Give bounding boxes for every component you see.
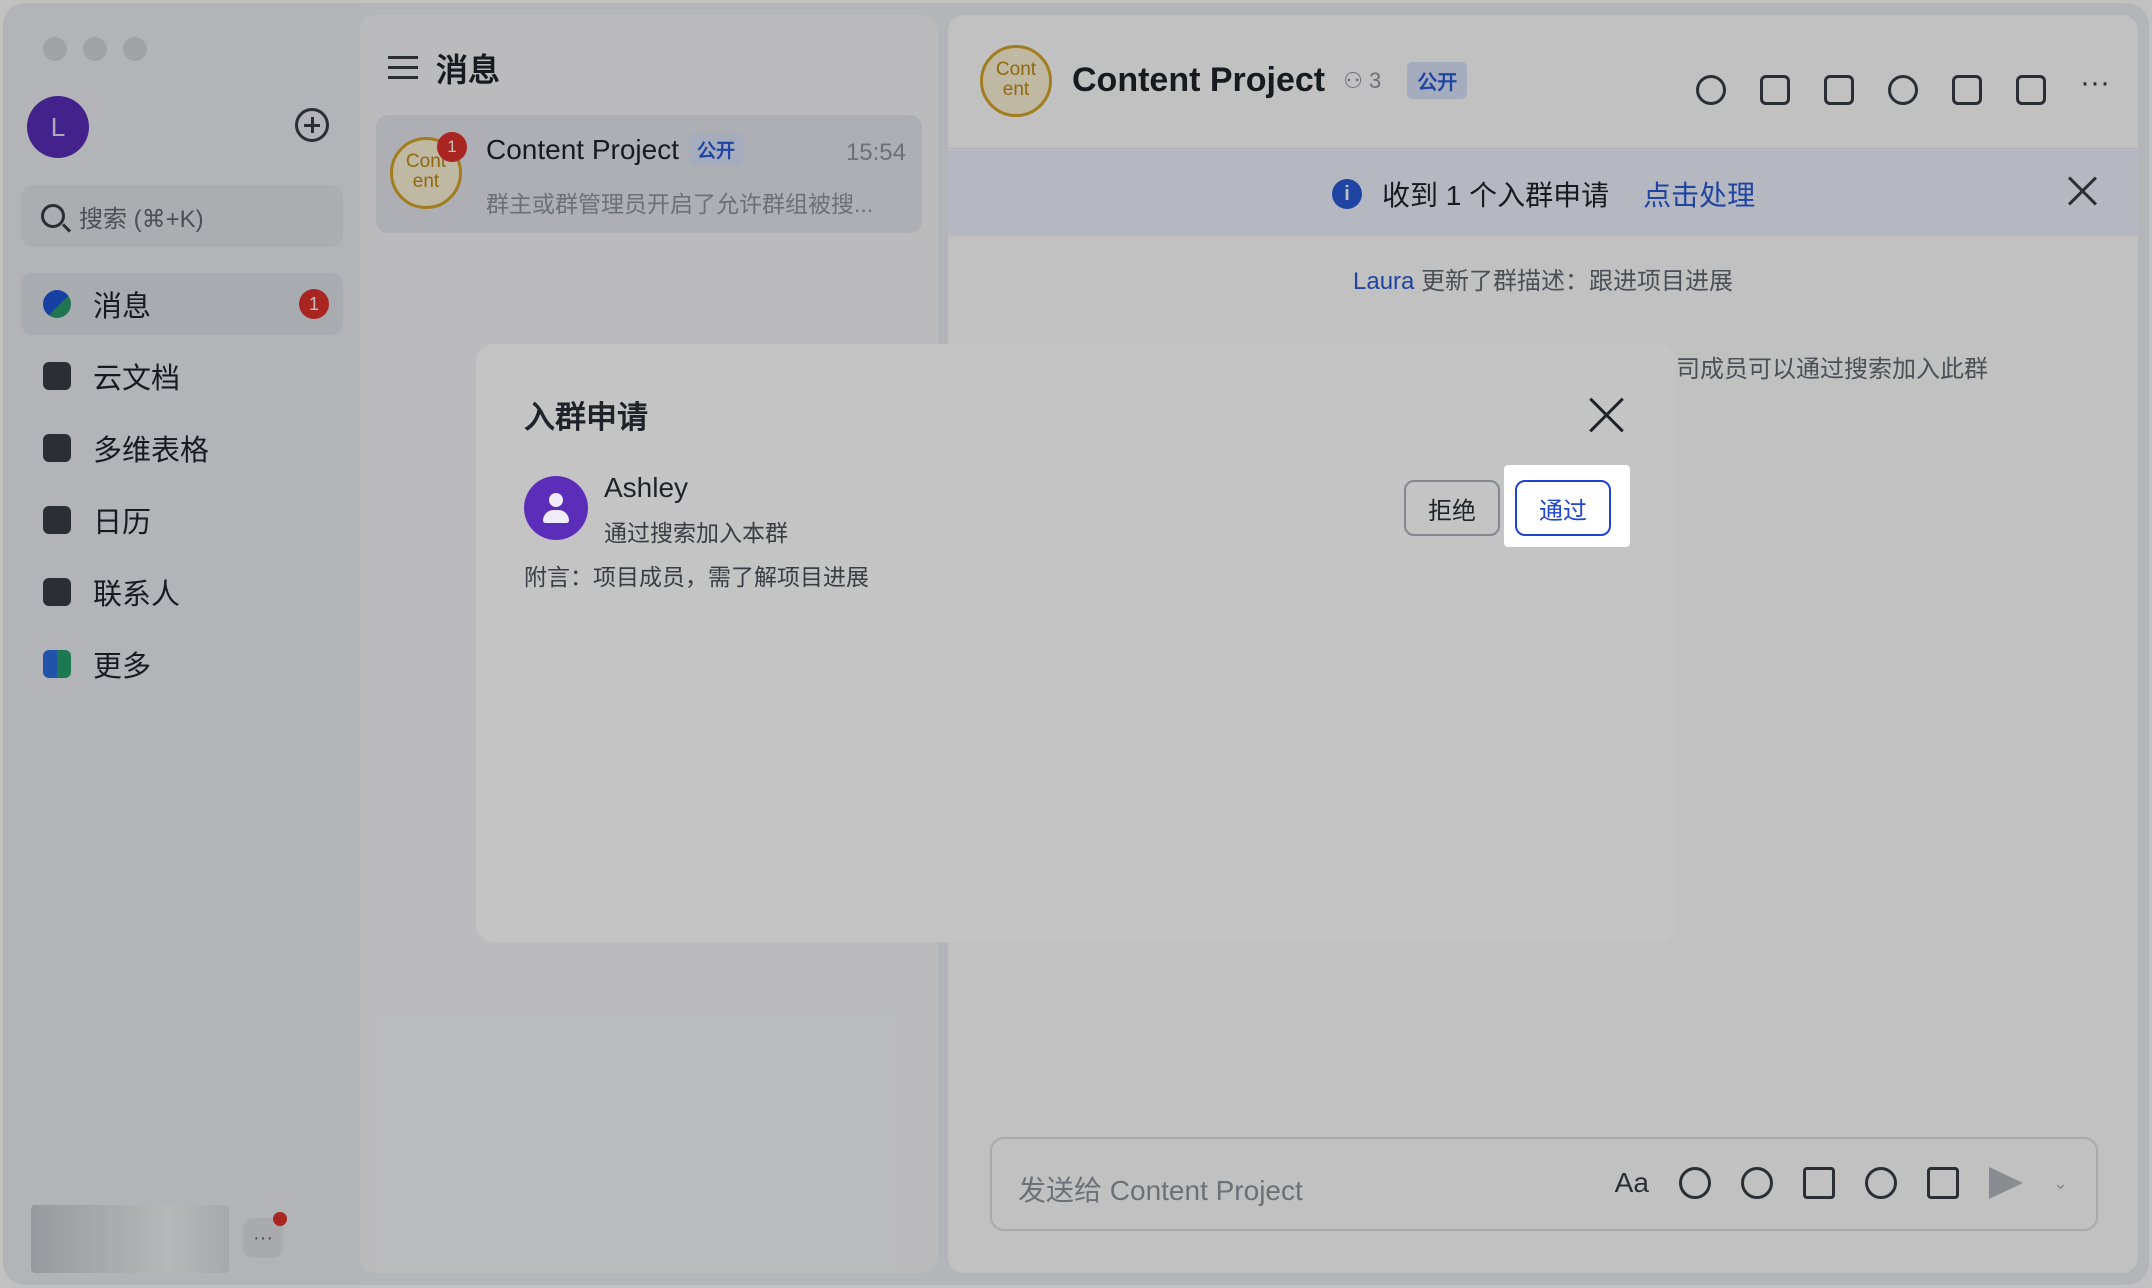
- approve-button[interactable]: 通过: [1515, 480, 1611, 536]
- request-note: 附言：项目成员，需了解项目进展: [524, 564, 869, 590]
- reject-button[interactable]: 拒绝: [1404, 480, 1500, 536]
- dialog-title: 入群申请: [524, 400, 648, 435]
- avatar: [524, 476, 588, 540]
- person-icon-body: [543, 510, 569, 523]
- close-icon[interactable]: [1590, 398, 1624, 432]
- join-request-dialog: 入群申请 Ashley 通过搜索加入本群 附言：项目成员，需了解项目进展 拒绝 …: [476, 344, 1676, 942]
- approve-highlight: 通过: [1504, 465, 1630, 547]
- requester-method: 通过搜索加入本群: [604, 520, 788, 546]
- requester-name: Ashley: [604, 472, 689, 503]
- person-icon-head: [549, 493, 563, 507]
